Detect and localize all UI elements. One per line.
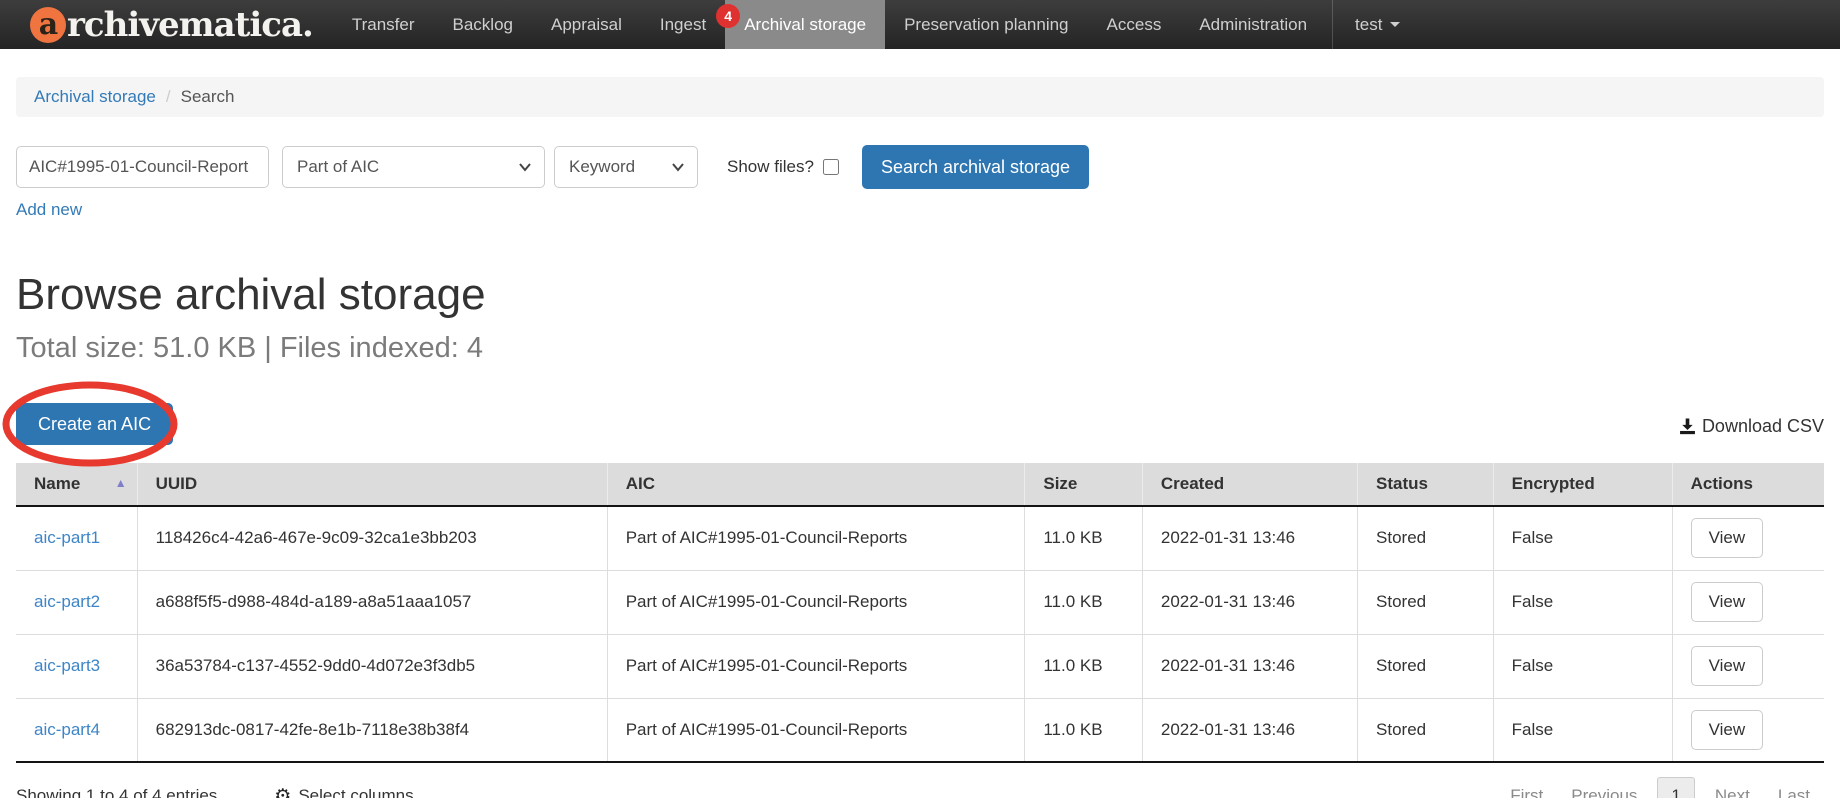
column-header-actions: Actions xyxy=(1672,463,1824,506)
nav-item-preservation-planning[interactable]: Preservation planning xyxy=(885,0,1087,49)
column-header-size[interactable]: Size xyxy=(1025,463,1143,506)
uuid-cell: 682913dc-0817-42fe-8e1b-7118e38b38f4 xyxy=(137,698,607,762)
gear-icon: ⚙ xyxy=(274,785,291,798)
aip-name-link[interactable]: aic-part4 xyxy=(34,720,100,739)
breadcrumb-archival-storage-link[interactable]: Archival storage xyxy=(34,87,156,107)
encrypted-cell: False xyxy=(1493,506,1672,570)
chevron-down-icon xyxy=(518,160,532,174)
nav-item-transfer[interactable]: Transfer xyxy=(333,0,434,49)
column-header-name[interactable]: Name▲ xyxy=(16,463,137,506)
pagination-page-1[interactable]: 1 xyxy=(1657,777,1694,798)
created-cell: 2022-01-31 13:46 xyxy=(1142,634,1357,698)
breadcrumb-separator: / xyxy=(166,87,171,107)
search-query-input[interactable] xyxy=(16,146,269,188)
size-cell: 11.0 KB xyxy=(1025,506,1143,570)
logo-a-icon: a xyxy=(30,7,66,43)
page-title: Browse archival storage xyxy=(16,270,1824,320)
table-row: aic-part2 a688f5f5-d988-484d-a189-a8a51a… xyxy=(16,570,1824,634)
aip-name-link[interactable]: aic-part3 xyxy=(34,656,100,675)
nav-menu: Transfer Backlog Appraisal Ingest 4 Arch… xyxy=(333,0,1326,49)
create-aic-wrap: Create an AIC xyxy=(16,403,173,445)
add-new-link[interactable]: Add new xyxy=(16,200,82,220)
aip-name-link[interactable]: aic-part1 xyxy=(34,528,100,547)
nav-item-administration[interactable]: Administration xyxy=(1180,0,1326,49)
size-cell: 11.0 KB xyxy=(1025,698,1143,762)
pagination-last[interactable]: Last xyxy=(1764,778,1824,798)
nav-item-ingest[interactable]: Ingest 4 xyxy=(641,0,725,49)
nav-item-access[interactable]: Access xyxy=(1088,0,1181,49)
status-cell: Stored xyxy=(1358,570,1494,634)
table-footer: Showing 1 to 4 of 4 entries ⚙ Select col… xyxy=(16,777,1824,798)
column-header-uuid[interactable]: UUID xyxy=(137,463,607,506)
ingest-count-badge: 4 xyxy=(716,4,740,28)
view-button[interactable]: View xyxy=(1691,646,1764,686)
search-type-select[interactable]: Keyword xyxy=(554,146,698,188)
show-files-label: Show files? xyxy=(727,157,814,177)
chevron-down-icon xyxy=(671,160,685,174)
show-files-checkbox[interactable] xyxy=(823,159,839,175)
pagination-first[interactable]: First xyxy=(1496,778,1557,798)
encrypted-cell: False xyxy=(1493,698,1672,762)
nav-item-appraisal[interactable]: Appraisal xyxy=(532,0,641,49)
archivematica-logo[interactable]: archivematica. xyxy=(0,0,333,49)
size-cell: 11.0 KB xyxy=(1025,634,1143,698)
breadcrumb: Archival storage / Search xyxy=(16,77,1824,117)
size-cell: 11.0 KB xyxy=(1025,570,1143,634)
status-cell: Stored xyxy=(1358,634,1494,698)
create-aic-button[interactable]: Create an AIC xyxy=(16,403,173,445)
column-header-status[interactable]: Status xyxy=(1358,463,1494,506)
status-cell: Stored xyxy=(1358,506,1494,570)
pagination-next[interactable]: Next xyxy=(1701,778,1764,798)
sort-asc-icon: ▲ xyxy=(115,476,127,490)
aip-name-link[interactable]: aic-part2 xyxy=(34,592,100,611)
caret-down-icon xyxy=(1390,22,1400,27)
pagination: First Previous 1 Next Last xyxy=(1496,777,1824,798)
uuid-cell: a688f5f5-d988-484d-a189-a8a51aaa1057 xyxy=(137,570,607,634)
encrypted-cell: False xyxy=(1493,634,1672,698)
storage-summary: Total size: 51.0 KB | Files indexed: 4 xyxy=(16,332,1824,365)
nav-item-archival-storage[interactable]: Archival storage xyxy=(725,0,885,49)
uuid-cell: 36a53784-c137-4552-9dd0-4d072e3f3db5 xyxy=(137,634,607,698)
view-button[interactable]: View xyxy=(1691,582,1764,622)
table-row: aic-part1 118426c4-42a6-467e-9c09-32ca1e… xyxy=(16,506,1824,570)
created-cell: 2022-01-31 13:46 xyxy=(1142,506,1357,570)
download-csv-link[interactable]: Download CSV xyxy=(1679,416,1824,437)
view-button[interactable]: View xyxy=(1691,710,1764,750)
view-button[interactable]: View xyxy=(1691,518,1764,558)
table-toolbar: Create an AIC Download CSV xyxy=(16,385,1824,445)
aic-cell: Part of AIC#1995-01-Council-Reports xyxy=(607,698,1025,762)
user-menu[interactable]: test xyxy=(1332,0,1422,49)
aic-cell: Part of AIC#1995-01-Council-Reports xyxy=(607,634,1025,698)
column-header-aic[interactable]: AIC xyxy=(607,463,1025,506)
download-icon xyxy=(1679,418,1696,435)
search-submit-button[interactable]: Search archival storage xyxy=(862,145,1089,189)
column-header-encrypted[interactable]: Encrypted xyxy=(1493,463,1672,506)
table-row: aic-part3 36a53784-c137-4552-9dd0-4d072e… xyxy=(16,634,1824,698)
created-cell: 2022-01-31 13:46 xyxy=(1142,570,1357,634)
aic-cell: Part of AIC#1995-01-Council-Reports xyxy=(607,506,1025,570)
breadcrumb-current: Search xyxy=(181,87,235,107)
uuid-cell: 118426c4-42a6-467e-9c09-32ca1e3bb203 xyxy=(137,506,607,570)
archival-storage-table: Name▲ UUID AIC Size Created Status Encry… xyxy=(16,463,1824,763)
select-columns-button[interactable]: ⚙ Select columns xyxy=(274,785,413,798)
top-navbar: archivematica. Transfer Backlog Appraisa… xyxy=(0,0,1840,49)
status-cell: Stored xyxy=(1358,698,1494,762)
column-header-created[interactable]: Created xyxy=(1142,463,1357,506)
search-field-select[interactable]: Part of AIC xyxy=(282,146,545,188)
table-row: aic-part4 682913dc-0817-42fe-8e1b-7118e3… xyxy=(16,698,1824,762)
aic-cell: Part of AIC#1995-01-Council-Reports xyxy=(607,570,1025,634)
table-header-row: Name▲ UUID AIC Size Created Status Encry… xyxy=(16,463,1824,506)
encrypted-cell: False xyxy=(1493,570,1672,634)
pagination-previous[interactable]: Previous xyxy=(1557,778,1651,798)
created-cell: 2022-01-31 13:46 xyxy=(1142,698,1357,762)
nav-item-backlog[interactable]: Backlog xyxy=(434,0,532,49)
showing-entries-text: Showing 1 to 4 of 4 entries xyxy=(16,786,217,798)
search-form: Part of AIC Keyword Show files? Search a… xyxy=(16,145,1824,189)
